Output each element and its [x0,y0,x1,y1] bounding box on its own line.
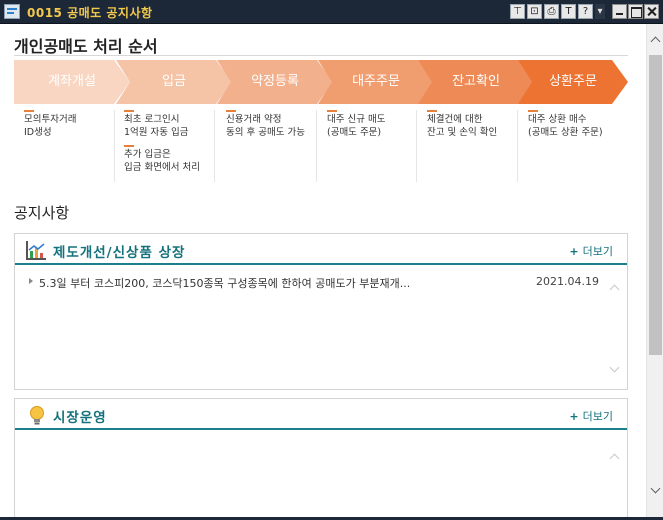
step-label: 계좌개설 [48,74,96,89]
chevron-up-icon [609,284,620,295]
desc-separator [316,110,317,182]
notice-row-date: 2021.04.19 [536,275,599,288]
step-desc-balance-check: 체결건에 대한 잔고 및 손익 확인 [427,110,497,139]
font-icon[interactable]: T [561,4,576,19]
vertical-scrollbar[interactable] [646,24,663,518]
plus-icon: + [569,245,579,258]
notice-panel-market-operation: 시장운영 + 더보기 [14,398,628,520]
maximize-button[interactable] [628,4,643,19]
page-title: 개인공매도 처리 순서 [14,37,158,56]
desc-separator [214,110,215,182]
desc-line: ID생성 [24,127,52,138]
lightbulb-icon [30,406,44,425]
step-label: 약정등록 [251,74,299,89]
plus-icon: + [569,410,579,423]
minimize-button[interactable] [612,4,627,19]
desc-separator [114,110,115,182]
desc-separator [416,110,417,182]
chart-icon [26,241,46,260]
notice-section-title: 공지사항 [14,204,70,222]
step-repay-order: 상환주문 [518,60,628,104]
more-label: 더보기 [582,410,613,423]
step-deposit: 입금 [116,60,232,104]
panel-scroll-up-icon[interactable] [609,282,621,295]
desc-marker [327,110,337,112]
panel-header: 제도개선/신상품 상장 + 더보기 [15,234,627,265]
step-balance-check: 잔고확인 [418,60,534,104]
title-divider [14,55,628,56]
help-icon[interactable]: ? [578,4,593,19]
desc-marker [124,145,134,147]
app-icon [4,4,20,19]
window-title: 0015 공매도 공지사항 [27,6,153,20]
desc-line: 1억원 자동 입금 [124,127,189,138]
panel-header: 시장운영 + 더보기 [15,399,627,430]
desc-marker [124,110,134,112]
print-icon[interactable]: ⎙ [544,4,559,19]
more-link[interactable]: + 더보기 [569,243,613,259]
link-icon[interactable]: ⊡ [527,4,542,19]
scroll-up-button[interactable] [647,32,663,49]
panel-scroll-down-icon[interactable] [609,362,621,374]
bullet-icon [29,278,33,284]
desc-line: 대주 상환 매수 [528,114,587,125]
desc-marker [427,110,437,112]
desc-gap [124,139,200,145]
panel-title: 제도개선/신상품 상장 [53,245,186,261]
desc-line: 최초 로그인시 [124,114,180,125]
step-label: 상환주문 [549,74,597,89]
menu-icon[interactable]: ▾ [595,4,605,19]
step-label: 잔고확인 [452,74,500,89]
main-content: 개인공매도 처리 순서 계좌개설 입금 약정등록 대주주문 잔고확인 상환주문 … [0,24,646,520]
chevron-down-icon [609,362,620,373]
desc-marker [24,110,34,112]
window-title-bar[interactable]: 0015 공매도 공지사항 ⊤ ⊡ ⎙ T ? ▾ [0,0,663,24]
desc-line: 입금 화면에서 처리 [124,162,200,173]
scroll-thumb[interactable] [649,55,662,355]
step-desc-repay-order: 대주 상환 매수 (공매도 상환 주문) [528,110,603,139]
desc-line: 추가 입금은 [124,149,171,160]
scroll-down-button[interactable] [647,482,663,499]
panel-scroll-up-icon[interactable] [609,451,621,464]
desc-line: 동의 후 공매도 가능 [226,127,305,138]
chevron-up-icon [609,453,620,464]
step-agreement: 약정등록 [217,60,333,104]
desc-separator [517,110,518,182]
notice-row-title[interactable]: 5.3일 부터 코스피200, 코스닥150종목 구성종목에 한하여 공매도가 … [39,275,410,291]
notice-row[interactable]: 5.3일 부터 코스피200, 코스닥150종목 구성종목에 한하여 공매도가 … [25,274,611,292]
step-desc-deposit: 최초 로그인시 1억원 자동 입금 추가 입금은 입금 화면에서 처리 [124,110,200,174]
step-label: 대주주문 [352,74,400,89]
more-label: 더보기 [582,245,613,258]
desc-line: 잔고 및 손익 확인 [427,127,498,138]
step-desc-account-open: 모의투자거래 ID생성 [24,110,76,139]
desc-line: (공매도 상환 주문) [528,127,603,138]
desc-line: 대주 신규 매도 [327,114,386,125]
desc-line: 체결건에 대한 [427,114,483,125]
desc-line: (공매도 주문) [327,127,382,138]
step-label: 입금 [162,74,186,89]
close-button[interactable] [644,4,659,19]
desc-marker [528,110,538,112]
desc-marker [226,110,236,112]
step-desc-agreement: 신용거래 약정 동의 후 공매도 가능 [226,110,305,139]
step-borrow-order: 대주주문 [318,60,434,104]
step-desc-borrow-order: 대주 신규 매도 (공매도 주문) [327,110,385,139]
chevron-up-icon [650,36,661,47]
pin-icon[interactable]: ⊤ [510,4,525,19]
notice-panel-system-improvement: 제도개선/신상품 상장 + 더보기 5.3일 부터 코스피200, 코스닥150종… [14,233,628,390]
desc-line: 모의투자거래 [24,114,77,125]
desc-line: 신용거래 약정 [226,114,282,125]
more-link[interactable]: + 더보기 [569,408,613,424]
step-account-open: 계좌개설 [14,60,130,104]
chevron-down-icon [650,483,661,494]
panel-title: 시장운영 [53,410,107,426]
